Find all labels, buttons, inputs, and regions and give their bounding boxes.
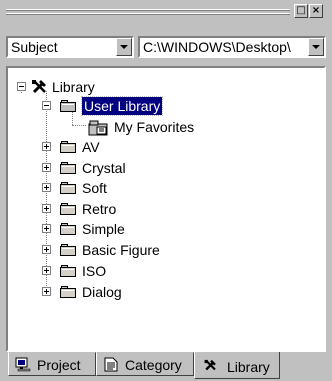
expand-toggle[interactable] bbox=[42, 287, 51, 296]
open-folder-icon bbox=[60, 99, 78, 113]
expand-toggle[interactable] bbox=[42, 224, 51, 233]
folder-icon bbox=[60, 285, 78, 299]
tree-node-label: User Library bbox=[80, 96, 164, 116]
sort-dropdown-value: Subject bbox=[11, 39, 58, 55]
tree-node-label: Dialog bbox=[82, 284, 122, 300]
collapse-toggle[interactable] bbox=[17, 82, 26, 91]
folder-icon bbox=[60, 161, 78, 175]
expand-toggle[interactable] bbox=[42, 163, 51, 172]
favorites-folder-icon bbox=[88, 120, 108, 136]
restore-button[interactable]: □ bbox=[294, 4, 308, 18]
tree-node-folder[interactable]: Soft bbox=[16, 179, 216, 197]
tree-node-folder[interactable]: Basic Figure bbox=[16, 241, 216, 259]
panel-grip-bar[interactable] bbox=[6, 6, 290, 20]
tree-node-label: Soft bbox=[82, 180, 107, 196]
close-icon: × bbox=[311, 5, 321, 16]
tree-node-label: Simple bbox=[82, 221, 125, 237]
tree-node-library[interactable]: Library bbox=[16, 78, 216, 96]
tab-project[interactable]: Project bbox=[8, 352, 96, 376]
expand-toggle[interactable] bbox=[42, 266, 51, 275]
tree-node-label: My Favorites bbox=[114, 119, 195, 135]
tab-category[interactable]: Category bbox=[96, 352, 194, 376]
tree-node-folder[interactable]: Crystal bbox=[16, 159, 216, 177]
project-icon bbox=[15, 357, 31, 372]
tree-node-label: Crystal bbox=[82, 160, 126, 176]
tab-label: Project bbox=[37, 357, 81, 373]
tools-icon bbox=[32, 80, 46, 94]
tree-node-folder[interactable]: ISO bbox=[16, 262, 216, 280]
folder-icon bbox=[60, 181, 78, 195]
folder-icon bbox=[60, 222, 78, 236]
tree-node-label: ISO bbox=[82, 263, 107, 279]
tools-icon bbox=[204, 359, 216, 371]
chevron-down-icon[interactable] bbox=[308, 38, 324, 56]
restore-icon: □ bbox=[296, 5, 306, 16]
chevron-down-icon[interactable] bbox=[116, 38, 132, 56]
expand-toggle[interactable] bbox=[42, 245, 51, 254]
tree-node-label: Library bbox=[52, 79, 95, 95]
sort-dropdown[interactable]: Subject bbox=[6, 36, 134, 58]
folder-icon bbox=[60, 243, 78, 257]
tree-node-label: AV bbox=[82, 139, 100, 155]
document-icon bbox=[104, 357, 118, 372]
expand-toggle[interactable] bbox=[42, 183, 51, 192]
tree-node-folder[interactable]: AV bbox=[16, 138, 216, 156]
folder-icon bbox=[60, 264, 78, 278]
tree-node-folder[interactable]: Retro bbox=[16, 200, 216, 218]
tab-library[interactable]: Library bbox=[194, 352, 280, 379]
library-tree[interactable]: Library User Library My Favorites AV Cry… bbox=[6, 66, 326, 352]
tree-node-my-favorites[interactable]: My Favorites bbox=[16, 118, 216, 136]
expand-toggle[interactable] bbox=[42, 204, 51, 213]
tree-node-label: Basic Figure bbox=[82, 242, 160, 258]
folder-icon bbox=[60, 140, 78, 154]
folder-icon bbox=[60, 202, 78, 216]
path-dropdown[interactable]: C:\WINDOWS\Desktop\ bbox=[138, 36, 326, 58]
tree-node-folder[interactable]: Simple bbox=[16, 220, 216, 238]
tree-node-user-library[interactable]: User Library bbox=[16, 96, 216, 116]
collapse-toggle[interactable] bbox=[42, 101, 51, 110]
tree-node-label: Retro bbox=[82, 201, 117, 217]
tab-label: Library bbox=[227, 359, 270, 375]
path-dropdown-value: C:\WINDOWS\Desktop\ bbox=[143, 39, 291, 55]
tab-label: Category bbox=[125, 357, 182, 373]
expand-toggle[interactable] bbox=[42, 142, 51, 151]
panel-tabs: Project Category Library bbox=[6, 352, 326, 381]
tree-node-folder[interactable]: Dialog bbox=[16, 283, 216, 301]
close-button[interactable]: × bbox=[309, 4, 323, 18]
